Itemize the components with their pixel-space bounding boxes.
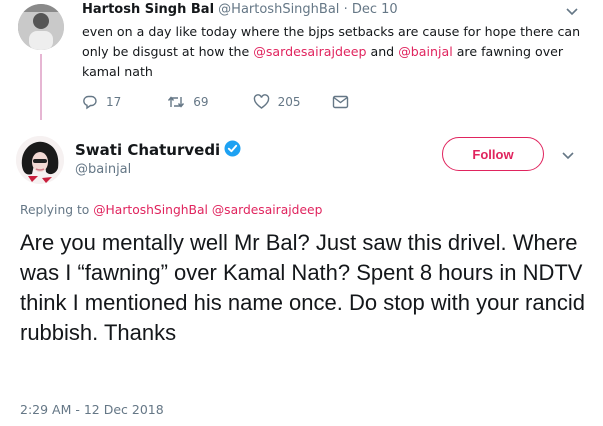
reply-header: Hartosh Singh Bal @HartoshSinghBal · Dec… [82,2,398,17]
mention-link[interactable]: @HartoshSinghBal [93,203,208,217]
tweet-timestamp[interactable]: 2:29 AM - 12 Dec 2018 [20,402,164,417]
retweet-icon [167,94,185,110]
reply-author-avatar[interactable] [18,4,64,50]
direct-message-button[interactable] [332,95,349,109]
main-author-avatar[interactable] [16,136,64,184]
avatar-photo [16,136,64,184]
reply-tweet-text: even on a day like today where the bjps … [82,22,582,82]
reply-author-name[interactable]: Hartosh Singh Bal [82,2,214,17]
chevron-down-icon[interactable] [566,4,578,20]
like-count: 205 [277,95,301,109]
verified-badge-icon [224,140,241,161]
dm-envelope-icon [332,95,349,109]
reply-action-bar: 17 69 205 [82,94,349,110]
mention-link[interactable]: @sardesairajdeep [212,203,323,217]
heart-icon [253,94,270,110]
reply-text-part2: and [366,44,399,59]
main-tweet-text: Are you mentally well Mr Bal? Just saw t… [20,230,585,345]
replying-to-label: Replying to [20,203,90,217]
reply-button[interactable]: 17 [82,94,121,110]
chevron-down-icon[interactable] [562,148,574,164]
like-button[interactable]: 205 [253,94,301,110]
main-author-name[interactable]: Swati Chaturvedi [75,141,220,159]
reply-icon [82,94,98,110]
retweet-button[interactable]: 69 [167,94,209,110]
main-author-handle[interactable]: @bainjal [75,162,131,177]
reply-separator: · [343,2,348,17]
retweet-count: 69 [193,95,209,109]
mention-link[interactable]: @sardesairajdeep [253,44,366,59]
follow-button[interactable]: Follow [442,137,544,171]
replying-to-line: Replying to @HartoshSinghBal @sardesaira… [20,203,322,217]
avatar-photo [18,4,64,50]
thread-connector-line [40,54,42,120]
reply-author-handle[interactable]: @HartoshSinghBal [218,2,339,17]
reply-date[interactable]: Dec 10 [352,2,398,17]
reply-count: 17 [106,95,122,109]
mention-link[interactable]: @bainjal [398,44,453,59]
